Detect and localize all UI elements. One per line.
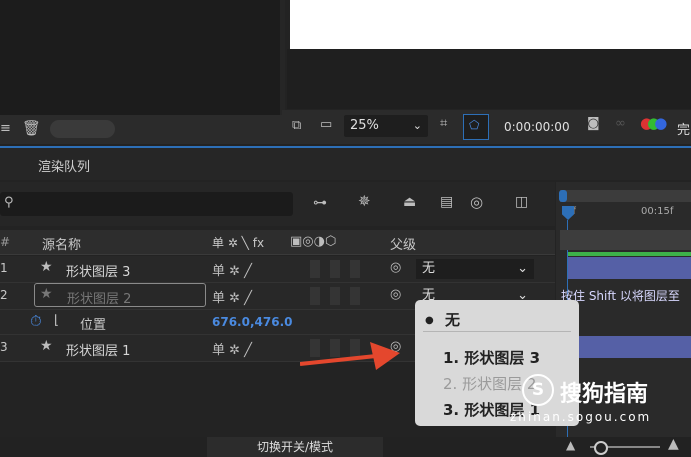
project-toolbar: ≡ 🗑: [0, 115, 282, 144]
region-of-interest-icon[interactable]: ⌗: [440, 116, 447, 131]
layer-name[interactable]: 形状图层 2: [67, 288, 131, 307]
work-area-start-handle[interactable]: [559, 190, 567, 202]
transparency-grid-toggle[interactable]: ⬠: [463, 114, 489, 140]
mask-path-icon: ⬠: [469, 118, 480, 132]
toggle-switches-modes-button[interactable]: 切换开关/模式: [207, 437, 383, 457]
sogou-logo-icon: S: [522, 374, 554, 406]
switch-cell[interactable]: [350, 287, 360, 305]
pick-whip-icon[interactable]: ◎: [390, 260, 401, 275]
drag-hint: 按住 Shift 以将图层至: [561, 289, 680, 303]
scroll-handle[interactable]: [50, 120, 115, 138]
graph-icon[interactable]: ⌊: [54, 313, 59, 328]
color-link-icon[interactable]: ∞: [615, 116, 626, 131]
chevron-down-icon: ⌄: [412, 119, 422, 132]
channels-icon[interactable]: ●●●: [640, 114, 667, 132]
layer-track-bar[interactable]: [568, 257, 691, 279]
partial-icon[interactable]: ≡: [0, 121, 11, 136]
layer-switch-icons[interactable]: 单 ✲ ╱: [212, 260, 252, 279]
switch-cell[interactable]: [310, 287, 320, 305]
zoom-in-icon[interactable]: ▲: [668, 436, 679, 452]
shape-star-icon: ★: [40, 259, 53, 275]
menu-divider: [423, 331, 571, 332]
layer-name-edit-box[interactable]: ★ 形状图层 2: [34, 283, 206, 307]
hash-column: #: [0, 235, 11, 249]
composition-pasteboard: [287, 49, 691, 109]
layer-name[interactable]: 形状图层 3: [66, 261, 130, 280]
layer-number: 2: [0, 288, 8, 302]
project-panel-content: [0, 0, 280, 115]
snapshot-region-icon[interactable]: ⧉: [292, 118, 301, 133]
layer-row[interactable]: 1 ★ 形状图层 3 单 ✲ ╱ ◎ 无 ⌄: [0, 256, 555, 283]
layer-number: 3: [0, 340, 8, 354]
pick-whip-icon[interactable]: ◎: [390, 287, 401, 302]
timecode[interactable]: 0:00:00:00: [504, 120, 570, 134]
parent-value: 无: [422, 261, 436, 276]
switches-column: 单 ✲ ╲ fx: [212, 236, 265, 250]
property-label: 位置: [80, 318, 107, 333]
source-name-column[interactable]: 源名称: [42, 234, 81, 253]
shape-star-icon: ★: [40, 338, 53, 354]
watermark-url: zhinan.sogou.com: [510, 410, 652, 424]
zoom-out-icon[interactable]: ▲: [566, 438, 575, 452]
draft-3d-icon[interactable]: ✵: [358, 192, 371, 210]
layer-switch-icons[interactable]: 单 ✲ ╱: [212, 339, 252, 358]
work-area-bar[interactable]: [560, 190, 691, 202]
layer-switch-icons[interactable]: 单 ✲ ╱: [212, 287, 252, 306]
layer-header-row: # 源名称 单 ✲ ╲ fx ▣◎◑⬡ 父级: [0, 230, 555, 255]
layer-name[interactable]: 形状图层 1: [66, 340, 130, 359]
camera-icon[interactable]: ◙: [587, 116, 600, 131]
zoom-value: 25%: [350, 118, 379, 133]
parent-select[interactable]: 无 ⌄: [416, 259, 534, 279]
switch-cell[interactable]: [330, 287, 340, 305]
search-icon: ⚲: [4, 195, 14, 210]
switch-cell[interactable]: [330, 260, 340, 278]
parent-column[interactable]: 父级: [390, 234, 416, 253]
render-bar: [568, 252, 691, 256]
timeline-tab-bar: 渲染队列: [0, 148, 691, 180]
switch-cell[interactable]: [310, 260, 320, 278]
layer-track-bar[interactable]: [568, 336, 691, 358]
composition-canvas[interactable]: [290, 0, 691, 49]
motion-blur-icon[interactable]: ◎: [470, 193, 483, 211]
frame-blending-icon[interactable]: ▤: [440, 194, 453, 210]
search-input[interactable]: ⚲: [0, 192, 293, 216]
watermark-brand: 搜狗指南: [560, 382, 649, 407]
layer-number: 1: [0, 261, 8, 275]
timeline-navigator[interactable]: [560, 230, 691, 250]
shy-layers-icon[interactable]: ⏏: [403, 194, 416, 210]
zoom-slider-knob[interactable]: [594, 441, 608, 455]
playhead[interactable]: [562, 206, 574, 220]
shape-star-icon: ★: [40, 286, 53, 302]
bullet-icon: ●: [425, 315, 434, 326]
zoom-select[interactable]: 25% ⌄: [344, 115, 428, 137]
graph-editor-icon[interactable]: ◫: [515, 194, 528, 210]
viewer-toolbar: ⧉ ▭ 25% ⌄ ⌗ ⬠ 0:00:00:00 ◙ ∞ ●●● 完: [282, 110, 691, 144]
chevron-down-icon: ⌄: [517, 261, 528, 276]
tab-render-queue[interactable]: 渲染队列: [38, 156, 90, 175]
ruler-end-label: 00:15f: [641, 206, 674, 217]
stopwatch-icon[interactable]: ⏱: [30, 312, 42, 330]
menu-item-layer[interactable]: 1. 形状图层 3: [443, 347, 540, 368]
menu-item-none[interactable]: ● 无: [425, 309, 460, 330]
trash-icon[interactable]: 🗑: [22, 119, 41, 137]
viewer-cut-label: 完: [677, 123, 691, 138]
frame-blend-column-icon: ▣◎◑⬡: [290, 234, 337, 249]
annotation-arrow-icon: [300, 342, 400, 370]
watermark: S 搜狗指南 zhinan.sogou.com: [510, 370, 691, 430]
monitor-icon[interactable]: ▭: [320, 117, 332, 132]
switch-cell[interactable]: [350, 260, 360, 278]
comp-flowchart-icon[interactable]: ⊶: [313, 195, 327, 211]
position-value[interactable]: 676.0,476.0: [212, 315, 292, 329]
